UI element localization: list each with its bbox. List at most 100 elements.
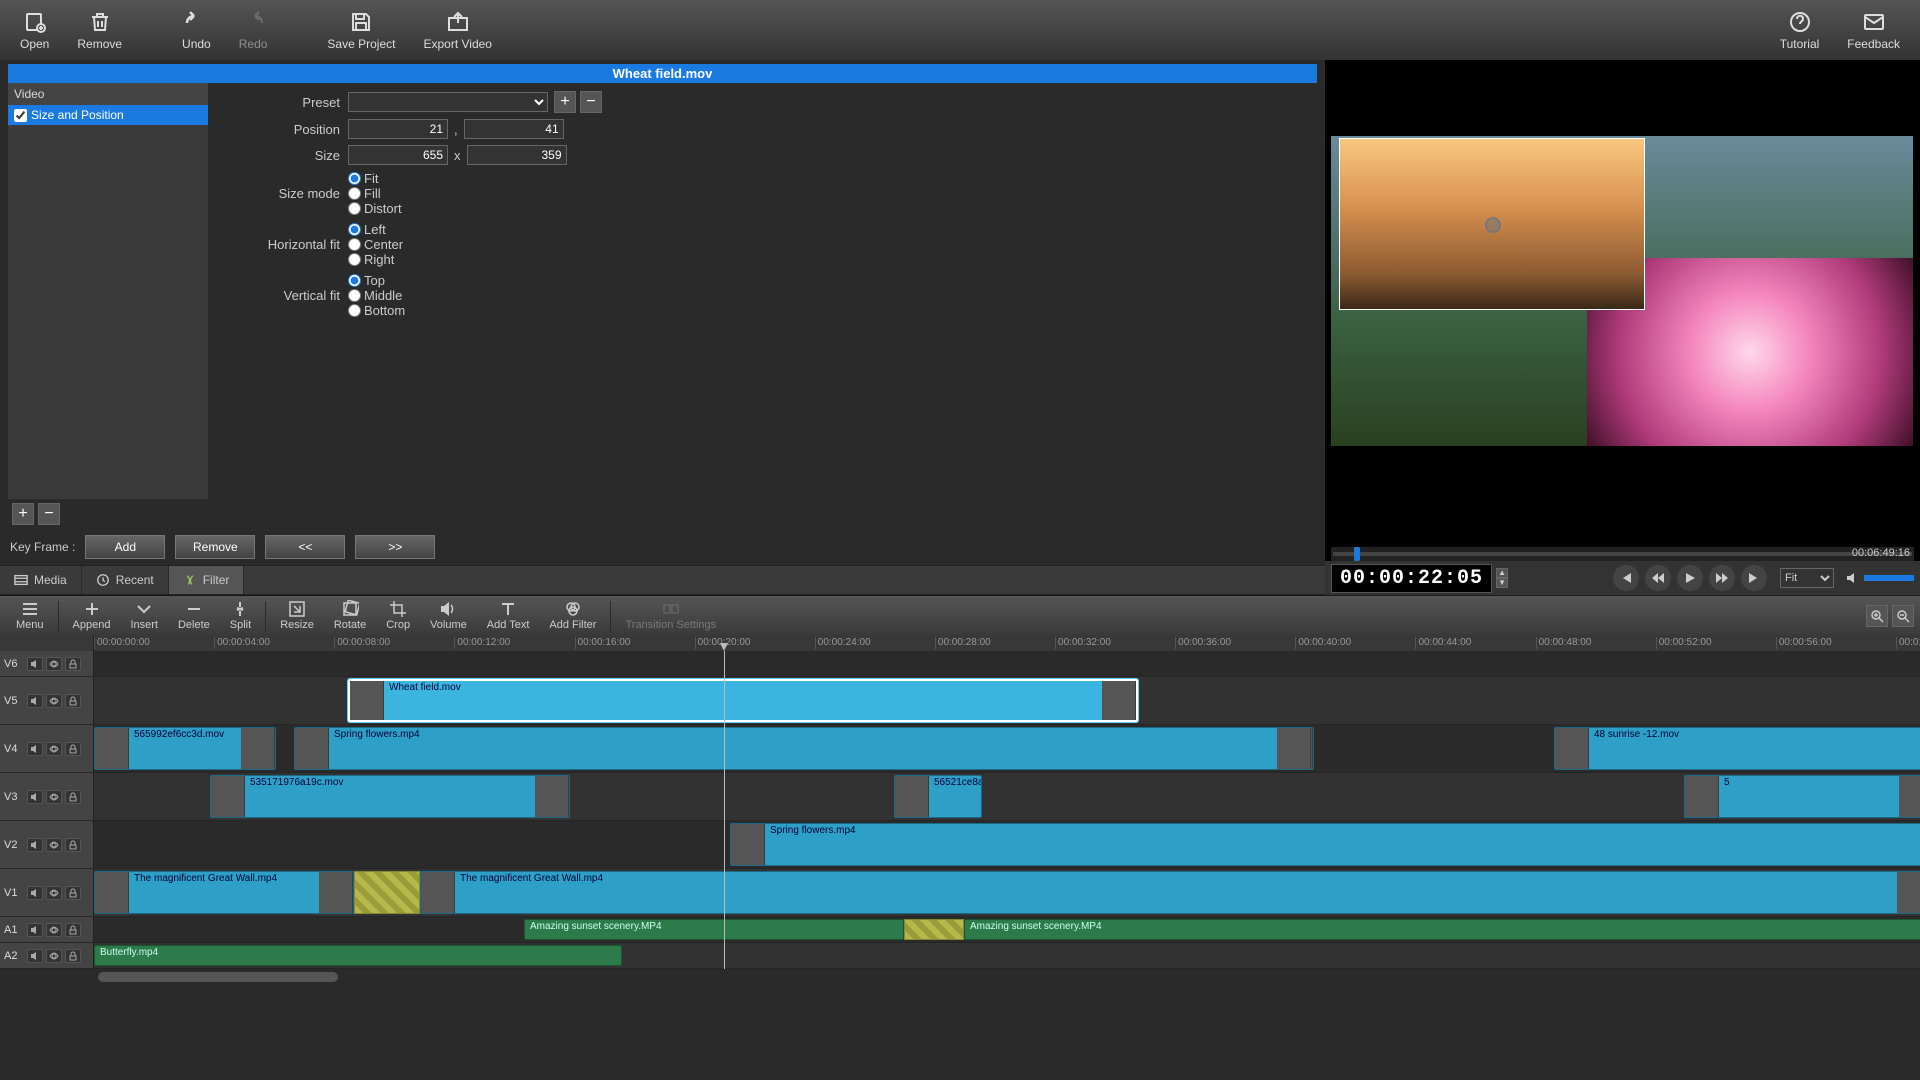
goto-end-button[interactable]: [1741, 565, 1767, 591]
track-lock-button[interactable]: [65, 949, 81, 963]
volume-icon[interactable]: [1846, 571, 1860, 585]
track-mute-button[interactable]: [27, 886, 43, 900]
timeline-clip[interactable]: 56521ce8a4bfb.wmv: [894, 775, 982, 818]
track-lock-button[interactable]: [65, 886, 81, 900]
vfit-bottom-radio[interactable]: Bottom: [348, 303, 405, 318]
preview-fit-select[interactable]: Fit: [1780, 568, 1834, 588]
track-body[interactable]: 535171976a19c.mov 56521ce8a4bfb.wmv 5: [94, 773, 1920, 820]
timeline-menu-button[interactable]: Menu: [6, 598, 54, 633]
timeline-clip[interactable]: 565992ef6cc3d.mov: [94, 727, 276, 770]
track-body[interactable]: [94, 651, 1920, 676]
track-header[interactable]: V2: [0, 821, 94, 868]
tab-filter[interactable]: Filter: [169, 566, 245, 594]
track-visible-button[interactable]: [46, 694, 62, 708]
play-button[interactable]: [1677, 565, 1703, 591]
tab-recent[interactable]: Recent: [82, 566, 169, 594]
addtext-button[interactable]: Add Text: [477, 598, 540, 633]
preview-timecode[interactable]: 00:00:22:05: [1331, 564, 1492, 593]
undo-button[interactable]: Undo: [172, 6, 221, 55]
hfit-center-radio[interactable]: Center: [348, 237, 403, 252]
track-body[interactable]: 565992ef6cc3d.mov Spring flowers.mp4 48 su…: [94, 725, 1920, 772]
track-header[interactable]: V6: [0, 651, 94, 676]
goto-start-button[interactable]: [1613, 565, 1639, 591]
preset-select[interactable]: [348, 92, 548, 112]
insert-button[interactable]: Insert: [120, 598, 168, 633]
timeline-clip[interactable]: Amazing sunset scenery.MP4: [964, 919, 1920, 940]
add-filter-category-button[interactable]: +: [12, 503, 34, 525]
timeline-clip[interactable]: Wheat field.mov: [348, 679, 1138, 722]
delete-button[interactable]: Delete: [168, 598, 220, 633]
tab-media[interactable]: Media: [0, 566, 82, 594]
transform-center-handle[interactable]: [1485, 217, 1501, 233]
track-lock-button[interactable]: [65, 790, 81, 804]
track-visible-button[interactable]: [46, 886, 62, 900]
track-visible-button[interactable]: [46, 657, 62, 671]
open-button[interactable]: Open: [10, 6, 59, 55]
track-body[interactable]: The magnificent Great Wall.mp4The magnif…: [94, 869, 1920, 916]
remove-button[interactable]: Remove: [67, 6, 132, 55]
timecode-step-up[interactable]: ▲: [1496, 568, 1508, 578]
forward-button[interactable]: [1709, 565, 1735, 591]
track-header[interactable]: A1: [0, 917, 94, 942]
remove-filter-category-button[interactable]: −: [38, 503, 60, 525]
zoom-in-button[interactable]: [1866, 605, 1888, 627]
track-mute-button[interactable]: [27, 949, 43, 963]
timecode-step-down[interactable]: ▼: [1496, 578, 1508, 588]
sizemode-fill-radio[interactable]: Fill: [348, 186, 402, 201]
timeline-ruler[interactable]: 00:00:00:0000:00:04:0000:00:08:0000:00:1…: [0, 635, 1920, 651]
track-lock-button[interactable]: [65, 923, 81, 937]
category-item-size-position[interactable]: Size and Position: [8, 105, 208, 125]
sizemode-fit-radio[interactable]: Fit: [348, 171, 402, 186]
timeline-clip[interactable]: Spring flowers.mp4: [294, 727, 1314, 770]
timeline-clip[interactable]: Butterfly.mp4: [94, 945, 622, 966]
redo-button[interactable]: Redo: [229, 6, 278, 55]
timeline-clip[interactable]: Spring flowers.mp4: [730, 823, 1920, 866]
preset-remove-button[interactable]: −: [580, 91, 602, 113]
category-checkbox[interactable]: [14, 109, 27, 122]
rewind-button[interactable]: [1645, 565, 1671, 591]
rotate-button[interactable]: Rotate: [324, 598, 376, 633]
resize-button[interactable]: Resize: [270, 598, 324, 633]
keyframe-next-button[interactable]: >>: [355, 535, 435, 559]
track-mute-button[interactable]: [27, 657, 43, 671]
volume-slider[interactable]: [1864, 575, 1914, 581]
save-project-button[interactable]: Save Project: [317, 6, 405, 55]
transition[interactable]: [354, 871, 420, 914]
timeline-clip[interactable]: 535171976a19c.mov: [210, 775, 570, 818]
scrubber-playhead[interactable]: [1354, 547, 1360, 561]
track-mute-button[interactable]: [27, 742, 43, 756]
hfit-right-radio[interactable]: Right: [348, 252, 403, 267]
preview-layer-selected[interactable]: [1339, 138, 1645, 310]
track-visible-button[interactable]: [46, 790, 62, 804]
scrollbar-thumb[interactable]: [98, 972, 338, 982]
track-mute-button[interactable]: [27, 694, 43, 708]
sizemode-distort-radio[interactable]: Distort: [348, 201, 402, 216]
track-header[interactable]: V4: [0, 725, 94, 772]
transition[interactable]: [904, 919, 964, 940]
track-mute-button[interactable]: [27, 923, 43, 937]
track-mute-button[interactable]: [27, 790, 43, 804]
preset-add-button[interactable]: +: [554, 91, 576, 113]
timeline-scrollbar[interactable]: [0, 969, 1920, 985]
feedback-button[interactable]: Feedback: [1837, 6, 1910, 55]
size-w-input[interactable]: [348, 145, 448, 165]
position-y-input[interactable]: [464, 119, 564, 139]
timeline-clip[interactable]: 5: [1684, 775, 1920, 818]
timeline-clip[interactable]: 48 sunrise -12.mov: [1554, 727, 1920, 770]
preview-canvas[interactable]: [1331, 66, 1914, 545]
track-visible-button[interactable]: [46, 949, 62, 963]
split-button[interactable]: Split: [220, 598, 261, 633]
timeline-clip[interactable]: The magnificent Great Wall.mp4: [94, 871, 354, 914]
track-header[interactable]: V3: [0, 773, 94, 820]
track-lock-button[interactable]: [65, 657, 81, 671]
export-video-button[interactable]: Export Video: [413, 6, 502, 55]
track-visible-button[interactable]: [46, 838, 62, 852]
zoom-out-button[interactable]: [1892, 605, 1914, 627]
hfit-left-radio[interactable]: Left: [348, 222, 403, 237]
crop-button[interactable]: Crop: [376, 598, 420, 633]
track-body[interactable]: Spring flowers.mp4: [94, 821, 1920, 868]
track-body[interactable]: Butterfly.mp4: [94, 943, 1920, 968]
volume-button[interactable]: Volume: [420, 598, 477, 633]
tutorial-button[interactable]: Tutorial: [1770, 6, 1830, 55]
vfit-top-radio[interactable]: Top: [348, 273, 405, 288]
